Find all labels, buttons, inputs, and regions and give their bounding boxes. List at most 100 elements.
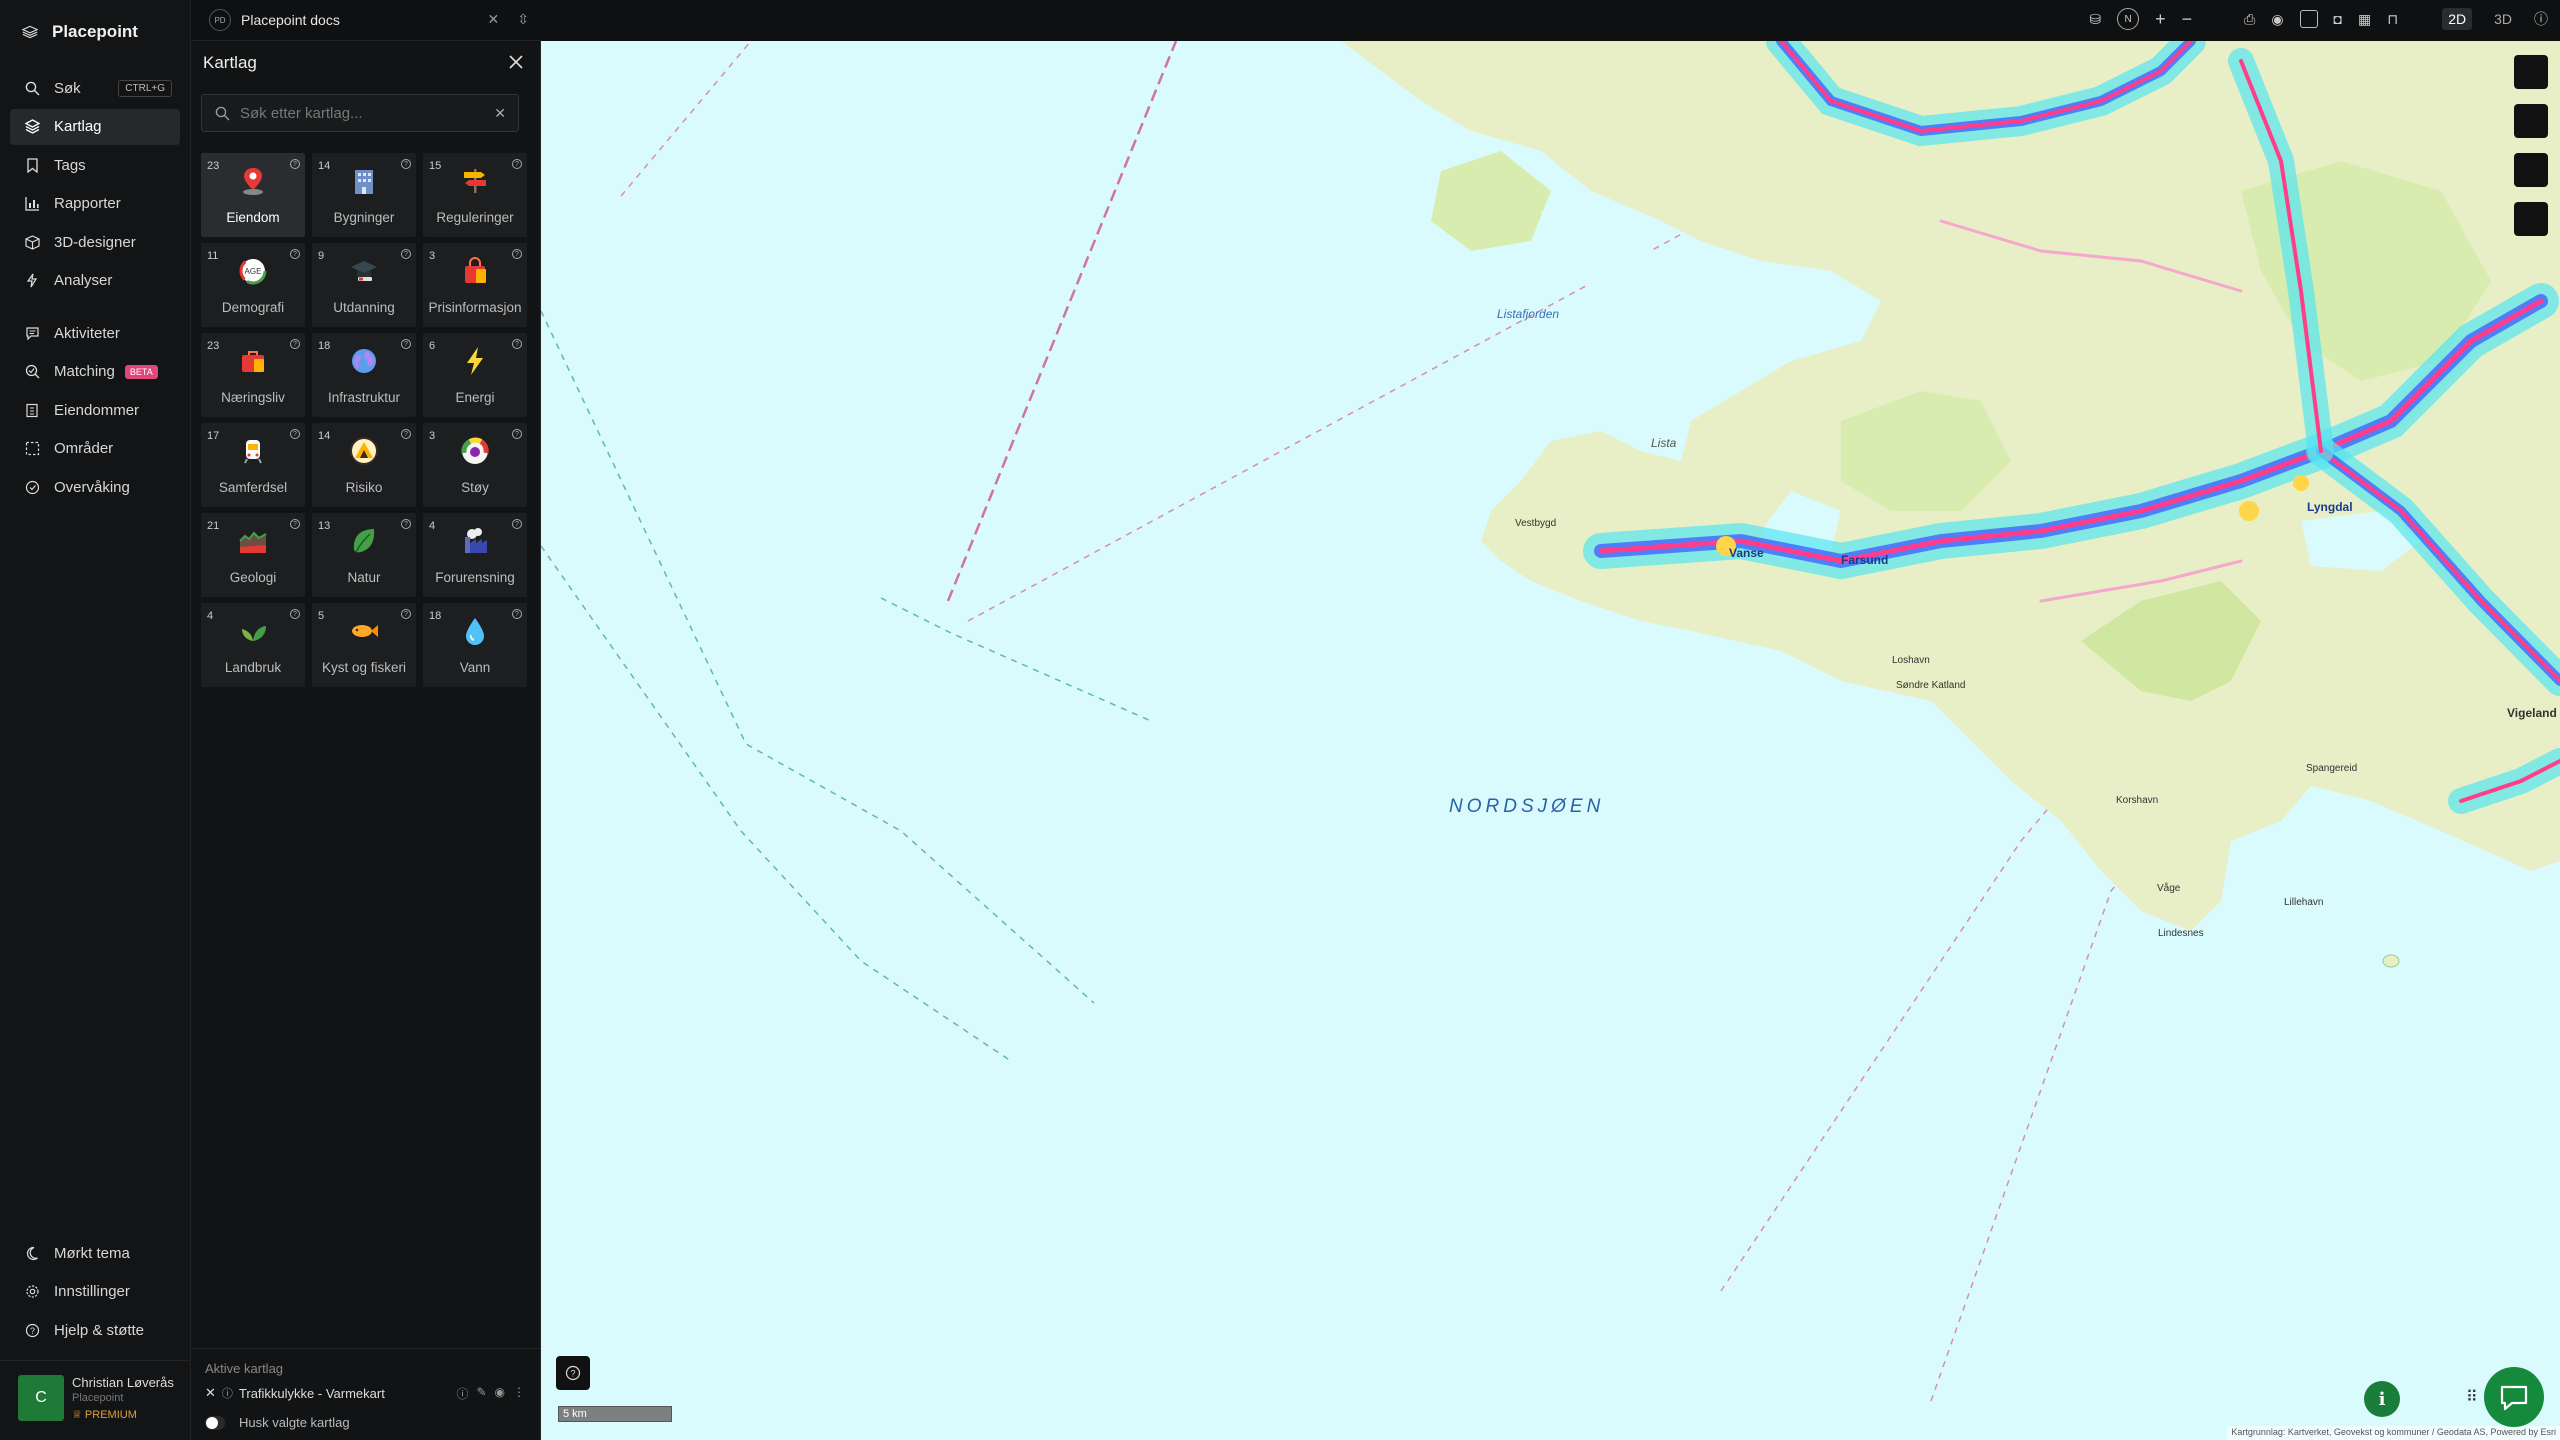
active-layer-row[interactable]: ✕ ⓘ Trafikkulykke - Varmekart ⓘ ✎ ◉ ⋮ xyxy=(205,1381,535,1405)
info-icon[interactable]: ? xyxy=(401,249,411,259)
grid-icon[interactable]: ▦ xyxy=(2358,11,2371,28)
info-icon[interactable]: ? xyxy=(401,159,411,169)
bookmark-icon[interactable]: ⊓ xyxy=(2387,11,2398,28)
nav-item-search[interactable]: Søk CTRL+G xyxy=(10,70,180,106)
nav-item-layers[interactable]: Kartlag xyxy=(10,108,180,145)
info-icon[interactable]: ? xyxy=(512,339,522,349)
info-circle-icon[interactable]: ⓘ xyxy=(456,1385,468,1402)
more-vertical-icon[interactable]: ⋮ xyxy=(513,1385,525,1402)
ruler-tool-button[interactable] xyxy=(2514,104,2548,138)
nav-item-areas[interactable]: Områder xyxy=(10,431,180,467)
info-icon[interactable]: ? xyxy=(290,159,300,169)
search-input[interactable] xyxy=(240,104,490,122)
map-canvas[interactable]: NORDSJØEN Listafjorden Farsund Vanse Lyn… xyxy=(541,41,2560,1440)
info-icon[interactable]: ⓘ xyxy=(2534,9,2548,29)
eye-icon[interactable]: ◉ xyxy=(2271,11,2283,28)
cube-icon xyxy=(24,234,40,250)
category-tile-forurensning[interactable]: 4? Forurensning xyxy=(423,513,527,597)
category-tile-landbruk[interactable]: 4? Landbruk xyxy=(201,603,305,687)
info-icon[interactable]: ? xyxy=(290,609,300,619)
gauge-icon xyxy=(461,437,489,464)
remove-layer-icon[interactable]: ✕ xyxy=(205,1385,216,1401)
category-tile-demografi[interactable]: 11? AGE Demografi xyxy=(201,243,305,327)
tile-label: Samferdsel xyxy=(218,480,288,495)
edit-tool-button[interactable] xyxy=(2514,202,2548,236)
map-help-button[interactable]: ? xyxy=(556,1356,590,1390)
category-tile-reguleringer[interactable]: 15? Reguleringer xyxy=(423,153,527,237)
edit-icon[interactable]: ✎ xyxy=(476,1385,486,1402)
category-tile-utdanning[interactable]: 9? Utdanning xyxy=(312,243,416,327)
nav-item-properties[interactable]: Eiendommer xyxy=(10,392,180,428)
category-tile-eiendom[interactable]: 23? Eiendom xyxy=(201,153,305,237)
info-icon[interactable]: ? xyxy=(512,159,522,169)
category-tile-infrastruktur[interactable]: 18? Infrastruktur xyxy=(312,333,416,417)
info-icon[interactable]: ? xyxy=(290,429,300,439)
nav-item-matching[interactable]: Matching BETA xyxy=(10,354,180,390)
info-icon[interactable]: ? xyxy=(290,519,300,529)
brand[interactable]: Placepoint xyxy=(22,22,138,42)
zoom-out-icon[interactable]: − xyxy=(2182,9,2193,30)
chat-button[interactable] xyxy=(2484,1367,2544,1427)
layers-icon xyxy=(24,119,40,135)
layer-count: 14 xyxy=(318,430,331,442)
clear-search-icon[interactable]: ✕ xyxy=(494,105,506,122)
view-3d-button[interactable]: 3D xyxy=(2488,8,2518,30)
info-icon[interactable]: ? xyxy=(512,609,522,619)
category-tile-vann[interactable]: 18? Vann xyxy=(423,603,527,687)
measure-tool-button[interactable] xyxy=(2514,55,2548,89)
user-tier-label: PREMIUM xyxy=(84,1409,137,1421)
nav-item-analyses[interactable]: Analyser xyxy=(10,263,180,299)
info-icon[interactable]: ? xyxy=(401,429,411,439)
chevron-updown-icon[interactable]: ⇳ xyxy=(517,11,529,28)
fullscreen-icon[interactable] xyxy=(2299,10,2318,28)
nav-item-tags[interactable]: Tags xyxy=(10,147,180,183)
eye-icon[interactable]: ◉ xyxy=(495,1385,505,1402)
pin-icon xyxy=(243,168,263,195)
close-workspace-icon[interactable]: ✕ xyxy=(488,11,500,28)
info-icon[interactable]: ? xyxy=(401,519,411,529)
category-tile-natur[interactable]: 13? Natur xyxy=(312,513,416,597)
nav-item-dark-theme[interactable]: Mørkt tema xyxy=(10,1235,180,1271)
place-label: Vestbygd xyxy=(1515,518,1557,529)
chart-tool-button[interactable] xyxy=(2514,153,2548,187)
category-tile-geologi[interactable]: 21? Geologi xyxy=(201,513,305,597)
print-icon[interactable]: ⎙ xyxy=(2244,11,2255,28)
remember-layers-toggle[interactable] xyxy=(205,1415,225,1430)
info-icon[interactable]: ? xyxy=(290,249,300,259)
view-2d-button[interactable]: 2D xyxy=(2442,8,2473,30)
compass-icon[interactable]: N xyxy=(2117,8,2140,30)
active-layer-tools: ⓘ ✎ ◉ ⋮ xyxy=(456,1385,525,1402)
info-icon[interactable]: ⓘ xyxy=(222,1385,233,1401)
info-icon[interactable]: ? xyxy=(401,609,411,619)
train-icon xyxy=(244,440,262,464)
close-icon[interactable] xyxy=(504,50,528,74)
category-tile-risiko[interactable]: 14? Risiko xyxy=(312,423,416,507)
category-tile-bygninger[interactable]: 14? Bygninger xyxy=(312,153,416,237)
info-icon[interactable]: ? xyxy=(512,429,522,439)
info-icon[interactable]: ? xyxy=(401,339,411,349)
zoom-in-icon[interactable]: + xyxy=(2155,9,2166,30)
tile-label: Forurensning xyxy=(435,570,515,585)
info-icon[interactable]: ? xyxy=(512,249,522,259)
layers-stack-icon[interactable]: ⛁ xyxy=(2089,11,2101,28)
info-button[interactable]: i xyxy=(2364,1381,2400,1417)
category-tile-stoy[interactable]: 3? Støy xyxy=(423,423,527,507)
nav-item-settings[interactable]: Innstillinger xyxy=(10,1274,180,1310)
nav-item-3d-designer[interactable]: 3D-designer xyxy=(10,224,180,260)
category-tile-naeringsliv[interactable]: 23? Næringsliv xyxy=(201,333,305,417)
category-tile-kyst-og-fiskeri[interactable]: 5? Kyst og fiskeri xyxy=(312,603,416,687)
drag-handle-icon[interactable]: ⠿ xyxy=(2466,1387,2478,1407)
nav-item-activities[interactable]: Aktiviteter xyxy=(10,315,180,351)
workspace-bar[interactable]: PD Placepoint docs ✕ ⇳ xyxy=(191,0,541,41)
info-icon[interactable]: ? xyxy=(512,519,522,529)
tile-label: Geologi xyxy=(229,570,277,585)
info-icon[interactable]: ? xyxy=(290,339,300,349)
category-tile-samferdsel[interactable]: 17? Samferdsel xyxy=(201,423,305,507)
nav-item-help[interactable]: ? Hjelp & støtte xyxy=(10,1312,180,1348)
nav-item-monitoring[interactable]: Overvåking xyxy=(10,469,180,505)
category-tile-prisinformasjon[interactable]: 3? Prisinformasjon xyxy=(423,243,527,327)
nav-item-reports[interactable]: Rapporter xyxy=(10,186,180,222)
camera-icon[interactable]: ◘ xyxy=(2334,11,2342,27)
category-tile-energi[interactable]: 6? Energi xyxy=(423,333,527,417)
user-profile[interactable]: C Christian Løverås Placepoint ♕ PREMIUM xyxy=(0,1360,191,1440)
